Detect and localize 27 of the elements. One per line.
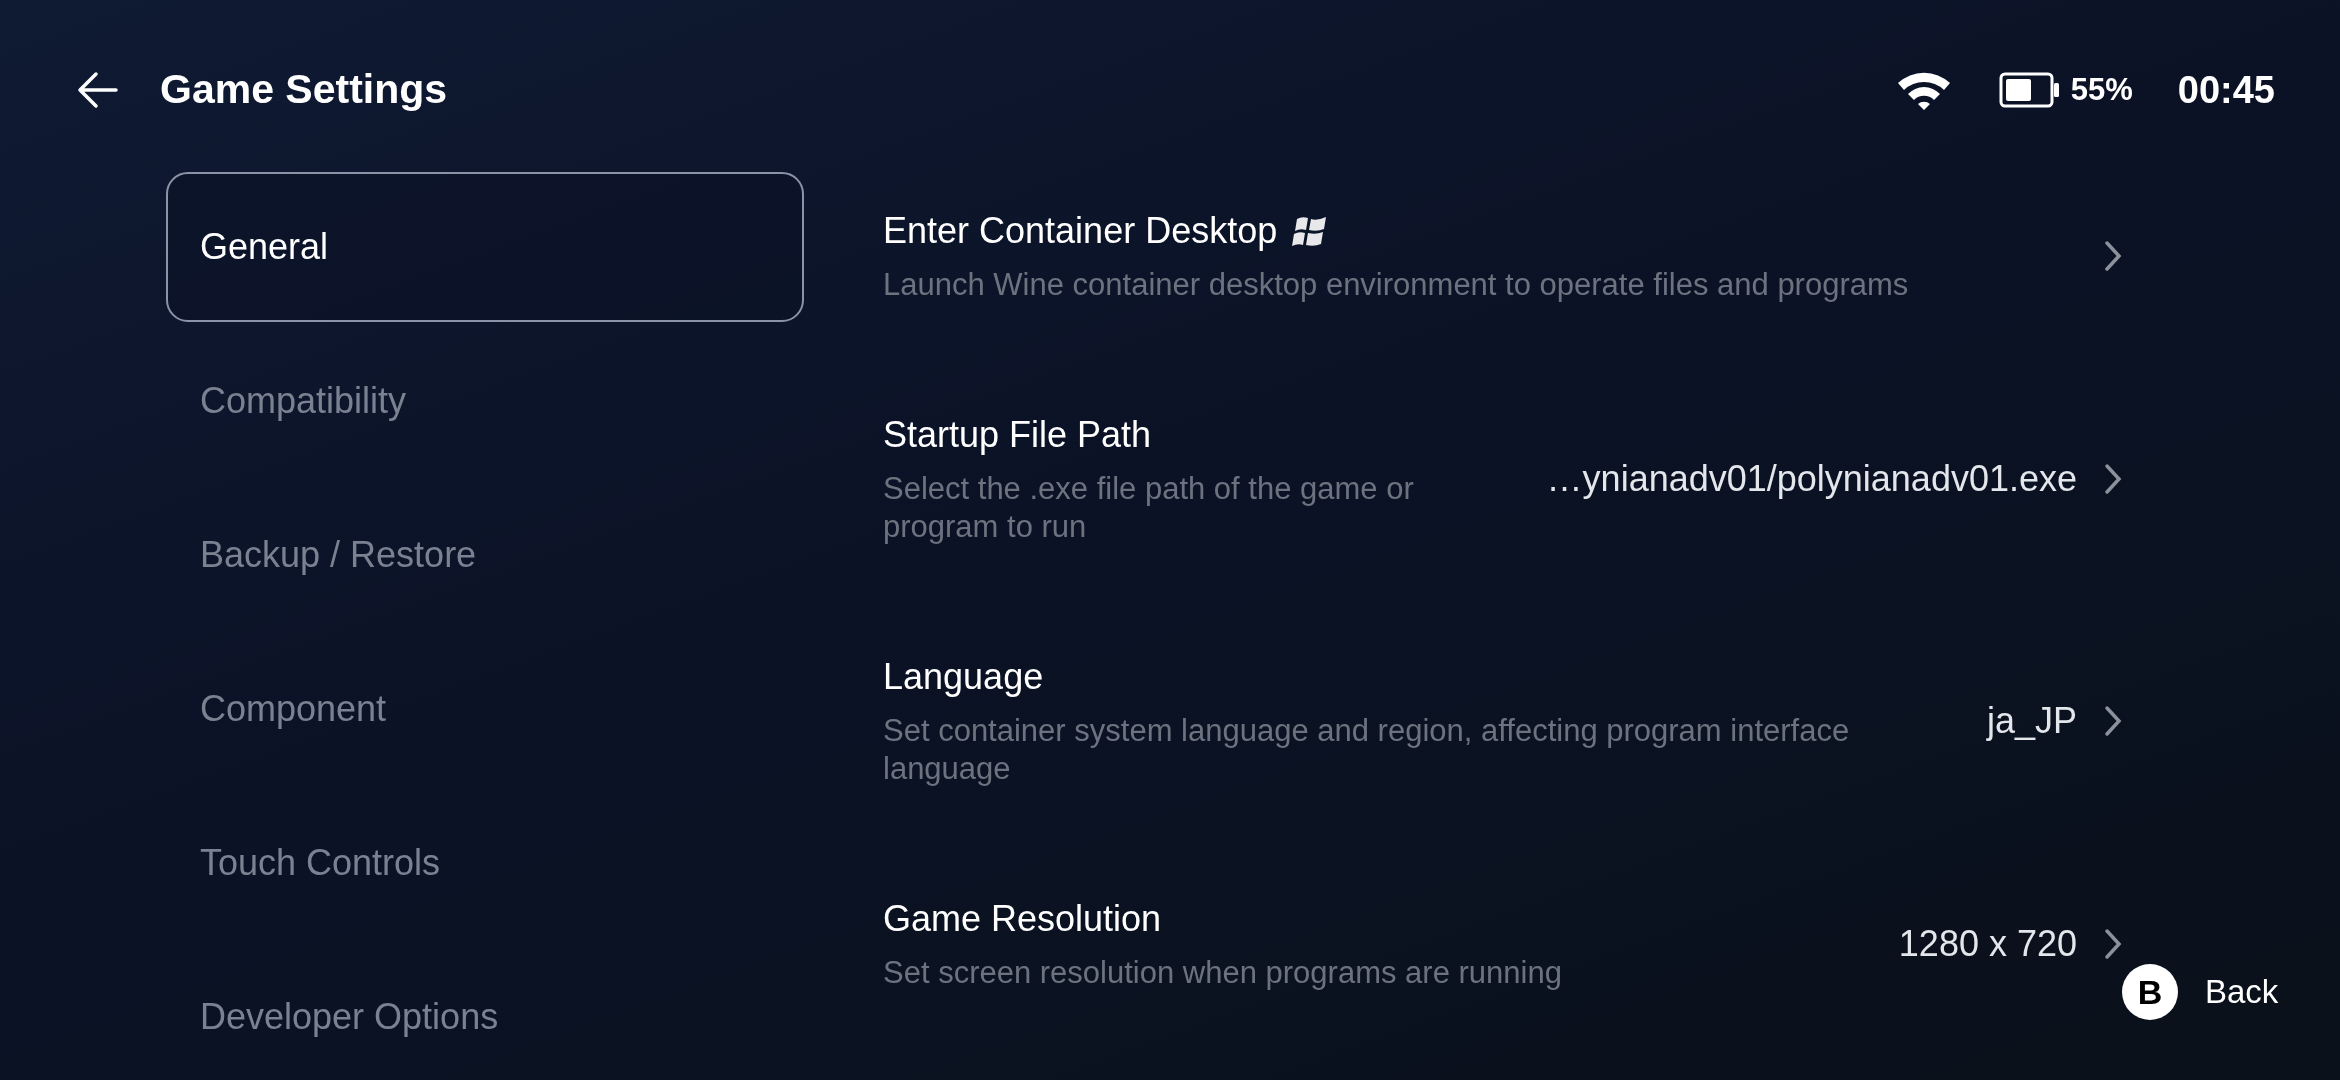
- back-hint-label: Back: [2205, 972, 2279, 1013]
- sidebar-tab[interactable]: Backup / Restore: [166, 480, 804, 630]
- battery-icon: [1998, 72, 2061, 108]
- setting-title: Enter Container Desktop: [883, 209, 1278, 253]
- sidebar-tab[interactable]: Compatibility: [166, 326, 804, 476]
- sidebar-tab[interactable]: Component: [166, 634, 804, 784]
- chevron-right-icon[interactable]: [2103, 927, 2123, 961]
- chevron-right-icon[interactable]: [2103, 239, 2123, 273]
- setting-value: …ynianadv01/polynianadv01.exe: [1546, 457, 2077, 501]
- setting-description: Select the .exe file path of the game or program to run: [883, 470, 1415, 546]
- battery-percentage: 55%: [2070, 70, 2133, 109]
- setting-value: ja_JP: [1986, 699, 2077, 743]
- setting-description: Launch Wine container desktop environment to operate files and programs: [883, 266, 1910, 304]
- setting-value: 1280 x 720: [1898, 922, 2077, 966]
- b-key-badge: B: [2122, 964, 2178, 1020]
- setting-title: Game Resolution: [883, 897, 1162, 941]
- clock-time: 00:45: [2177, 67, 2275, 113]
- setting-title: Startup File Path: [883, 413, 1152, 457]
- setting-title: Language: [883, 655, 1044, 699]
- setting-description: Set screen resolution when programs are running: [883, 954, 1563, 992]
- sidebar-tab[interactable]: Touch Controls: [166, 788, 804, 938]
- setting-description: Set container system language and region, affecting program interface language: [883, 712, 1851, 788]
- sidebar-tab[interactable]: Developer Options: [166, 942, 804, 1080]
- chevron-right-icon[interactable]: [2103, 704, 2123, 738]
- chevron-right-icon[interactable]: [2103, 462, 2123, 496]
- page-title: Game Settings: [160, 65, 448, 115]
- sidebar-tab[interactable]: General: [166, 172, 804, 322]
